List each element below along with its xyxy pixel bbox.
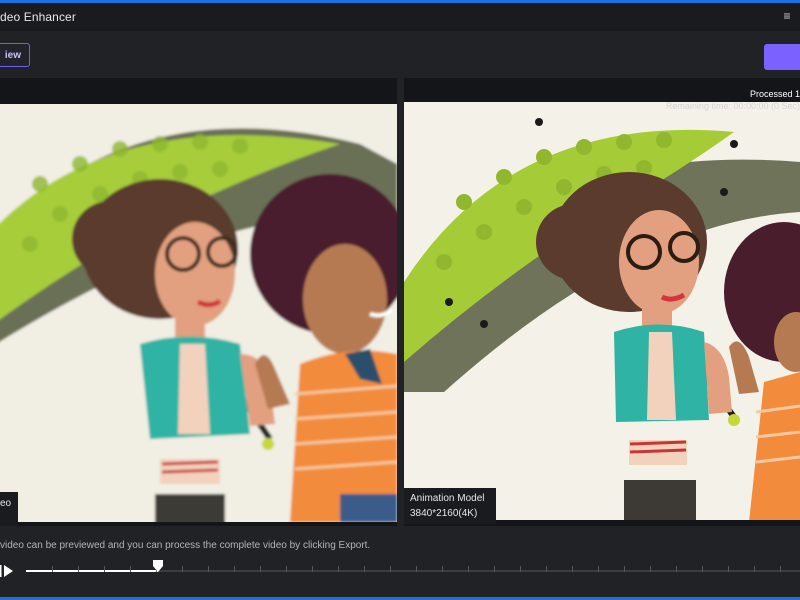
timeline-tick bbox=[182, 566, 183, 572]
enhanced-video-image bbox=[404, 102, 800, 520]
timeline-tick bbox=[416, 566, 417, 572]
timeline-scrubber[interactable] bbox=[26, 560, 800, 572]
title-bar: deo Enhancer ≡ bbox=[0, 3, 800, 31]
playhead-handle[interactable] bbox=[152, 560, 163, 572]
timeline-tick bbox=[520, 566, 521, 572]
original-video-frame bbox=[0, 104, 397, 522]
app-title: deo Enhancer bbox=[0, 10, 76, 24]
timeline-tick bbox=[650, 566, 651, 572]
timeline-tick bbox=[624, 566, 625, 572]
enhanced-video-frame bbox=[404, 102, 800, 520]
timeline-tick bbox=[130, 566, 131, 572]
original-label: eo bbox=[0, 492, 18, 526]
timeline-tick bbox=[598, 566, 599, 572]
menu-icon[interactable]: ≡ bbox=[780, 9, 794, 23]
processed-text: Processed 1 bbox=[749, 89, 800, 99]
original-label-text: eo bbox=[0, 498, 12, 509]
timeline-tick bbox=[390, 566, 391, 572]
timeline-tick bbox=[702, 566, 703, 572]
timeline-tick bbox=[52, 566, 53, 572]
timeline-tick bbox=[442, 566, 443, 572]
model-label: Animation Model bbox=[410, 493, 485, 504]
enhanced-label: Animation Model 3840*2160(4K) bbox=[404, 488, 496, 524]
timeline-tick bbox=[286, 566, 287, 572]
timeline-tick bbox=[208, 566, 209, 572]
timeline-tick bbox=[338, 566, 339, 572]
footer: video can be previewed and you can proce… bbox=[0, 532, 800, 596]
timeline-tick bbox=[260, 566, 261, 572]
timeline-tick bbox=[104, 566, 105, 572]
timeline-tick bbox=[754, 566, 755, 572]
preview-button[interactable]: iew bbox=[0, 43, 30, 67]
processing-status: Processed 1 Remaining time: 00:00:00 (0 … bbox=[666, 88, 800, 112]
timeline-tick bbox=[728, 566, 729, 572]
timeline-tick bbox=[78, 566, 79, 572]
timeline-tick bbox=[546, 566, 547, 572]
resolution-label: 3840*2160(4K) bbox=[410, 508, 478, 519]
toolbar: iew bbox=[0, 31, 800, 79]
remaining-time-text: Remaining time: 00:00:00 (0 Sec) bbox=[665, 101, 800, 111]
timeline-progress bbox=[26, 570, 158, 572]
export-button[interactable] bbox=[764, 44, 800, 70]
original-video-panel: eo bbox=[0, 78, 397, 526]
timeline-tick bbox=[364, 566, 365, 572]
preview-hint: video can be previewed and you can proce… bbox=[0, 540, 371, 551]
play-pause-icon[interactable] bbox=[0, 563, 14, 579]
timeline-tick bbox=[312, 566, 313, 572]
timeline-tick bbox=[468, 566, 469, 572]
enhanced-video-panel: Processed 1 Remaining time: 00:00:00 (0 … bbox=[404, 78, 800, 526]
timeline-tick bbox=[676, 566, 677, 572]
timeline-tick bbox=[780, 566, 781, 572]
timeline-tick bbox=[494, 566, 495, 572]
timeline-tick bbox=[234, 566, 235, 572]
timeline-tick bbox=[572, 566, 573, 572]
original-video-image bbox=[0, 104, 397, 522]
